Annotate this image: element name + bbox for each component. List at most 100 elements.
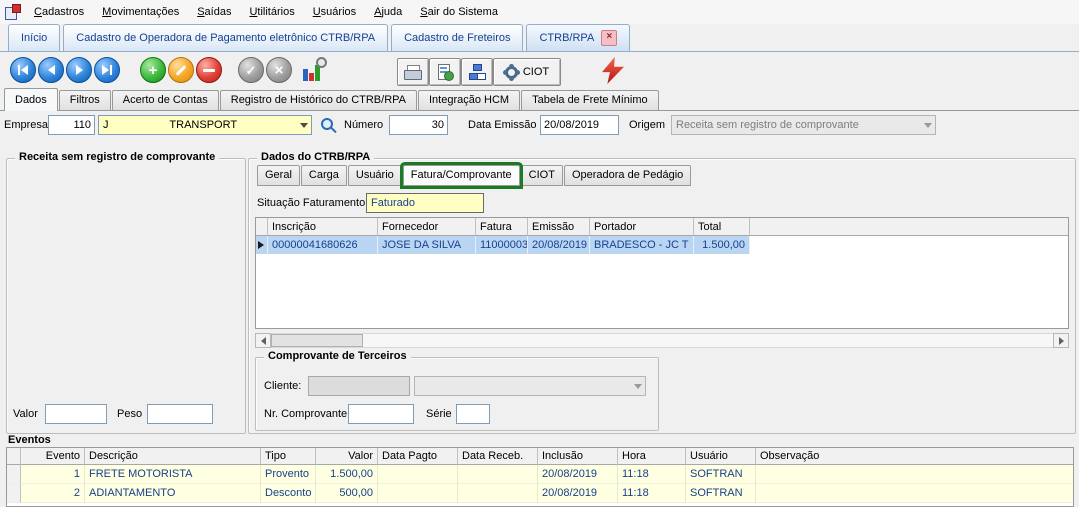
scrollbar-track[interactable] xyxy=(271,333,1053,348)
tab-filtros[interactable]: Filtros xyxy=(59,90,111,110)
menu-item-cadastros[interactable]: Cadastros xyxy=(25,0,93,24)
fatura-grid: Inscrição Fornecedor Fatura Emissão Port… xyxy=(255,217,1069,329)
header-filler xyxy=(750,218,1068,236)
cancel-button[interactable]: × xyxy=(266,57,292,83)
numero-input[interactable] xyxy=(389,115,448,135)
empresa-combo[interactable]: J TRANSPORT xyxy=(98,115,312,135)
col-portador-header[interactable]: Portador xyxy=(590,218,694,236)
tab-usuario[interactable]: Usuário xyxy=(348,165,402,186)
search-icon[interactable] xyxy=(320,117,338,135)
cell-descricao: FRETE MOTORISTA xyxy=(85,465,261,484)
menu-item-usuarios[interactable]: Usuários xyxy=(304,0,365,24)
row-indicator-header xyxy=(256,218,268,236)
cliente-code-input xyxy=(308,376,410,396)
col-inclusao-header[interactable]: Inclusão xyxy=(538,448,618,465)
col-usuario-header[interactable]: Usuário xyxy=(686,448,756,465)
cliente-label: Cliente: xyxy=(264,380,301,392)
nav-next-button[interactable] xyxy=(66,57,92,83)
col-data-pagto-header[interactable]: Data Pagto xyxy=(378,448,458,465)
nav-first-button[interactable] xyxy=(10,57,36,83)
tab-integracao-hcm[interactable]: Integração HCM xyxy=(418,90,520,110)
cell-usuario: SOFTRAN xyxy=(686,465,756,484)
valor-input[interactable] xyxy=(45,404,107,424)
print-button[interactable] xyxy=(397,58,429,86)
col-data-receb-header[interactable]: Data Receb. xyxy=(458,448,538,465)
col-hora-header[interactable]: Hora xyxy=(618,448,686,465)
nav-last-button[interactable] xyxy=(94,57,120,83)
tab-tabela-frete-minimo[interactable]: Tabela de Frete Mínimo xyxy=(521,90,659,110)
nr-comprovante-input[interactable] xyxy=(348,404,414,424)
nav-prev-button[interactable] xyxy=(38,57,64,83)
delete-button[interactable] xyxy=(196,57,222,83)
export-icon xyxy=(438,64,453,80)
add-button[interactable]: + xyxy=(140,57,166,83)
table-row[interactable]: 2 ADIANTAMENTO Desconto 500,00 20/08/201… xyxy=(7,484,1073,503)
edit-button[interactable] xyxy=(168,57,194,83)
x-icon: × xyxy=(275,63,284,78)
tab-dados[interactable]: Dados xyxy=(4,88,58,111)
tab-ctrb-rpa[interactable]: CTRB/RPA × xyxy=(526,24,630,51)
horizontal-scrollbar[interactable] xyxy=(255,333,1069,348)
scroll-left-button[interactable] xyxy=(255,333,271,348)
peso-label: Peso xyxy=(117,408,142,420)
scroll-right-button[interactable] xyxy=(1053,333,1069,348)
tab-operadora-pedagio[interactable]: Operadora de Pedágio xyxy=(564,165,691,186)
next-icon xyxy=(76,65,83,75)
col-valor-header[interactable]: Valor xyxy=(316,448,378,465)
tab-geral[interactable]: Geral xyxy=(257,165,300,186)
menu-item-ajuda[interactable]: Ajuda xyxy=(365,0,411,24)
tab-registro-historico[interactable]: Registro de Histórico do CTRB/RPA xyxy=(220,90,417,110)
col-total-header[interactable]: Total xyxy=(694,218,750,236)
tab-cadastro-operadora-pagamento[interactable]: Cadastro de Operadora de Pagamento eletr… xyxy=(63,24,388,51)
col-emissao-header[interactable]: Emissão xyxy=(528,218,590,236)
tab-close-icon[interactable]: × xyxy=(601,30,617,46)
tab-ciot[interactable]: CIOT xyxy=(521,165,563,186)
tab-label: Cadastro de Operadora de Pagamento eletr… xyxy=(76,32,375,44)
ctrb-groupbox-title: Dados do CTRB/RPA xyxy=(257,151,374,163)
cell-observacao xyxy=(756,484,1073,503)
serie-input[interactable] xyxy=(456,404,490,424)
cell-portador: BRADESCO - JC T xyxy=(590,236,694,254)
table-row[interactable]: 00000041680626 JOSE DA SILVA 110000030 2… xyxy=(256,236,1068,254)
col-descricao-header[interactable]: Descrição xyxy=(85,448,261,465)
ciot-button[interactable]: CIOT xyxy=(493,58,561,86)
cell-evento: 1 xyxy=(21,465,85,484)
integration-button[interactable] xyxy=(461,58,493,86)
menu-item-sair-do-sistema[interactable]: Sair do Sistema xyxy=(411,0,507,24)
col-inscricao-header[interactable]: Inscrição xyxy=(268,218,378,236)
menu-item-utilitarios[interactable]: Utilitários xyxy=(240,0,303,24)
empresa-code-input[interactable] xyxy=(48,115,95,135)
situacao-faturamento-field[interactable]: Faturado xyxy=(366,193,484,213)
tab-cadastro-freteiros[interactable]: Cadastro de Freteiros xyxy=(391,24,523,51)
tab-acerto-de-contas[interactable]: Acerto de Contas xyxy=(112,90,219,110)
tab-carga[interactable]: Carga xyxy=(301,165,347,186)
tab-fatura-comprovante[interactable]: Fatura/Comprovante xyxy=(403,165,520,186)
data-emissao-input[interactable] xyxy=(540,115,619,135)
bar-icon xyxy=(309,73,314,81)
tab-inicio[interactable]: Início xyxy=(8,24,60,51)
flowchart-icon xyxy=(469,64,486,80)
peso-input[interactable] xyxy=(147,404,213,424)
ctrb-tab-bar: Geral Carga Usuário Fatura/Comprovante C… xyxy=(257,165,692,186)
col-observacao-header[interactable]: Observação xyxy=(756,448,1073,465)
scrollbar-thumb[interactable] xyxy=(271,334,363,347)
menu-item-saidas[interactable]: Saídas xyxy=(188,0,240,24)
export-button[interactable] xyxy=(429,58,461,86)
cell-tipo: Desconto xyxy=(261,484,316,503)
col-fatura-header[interactable]: Fatura xyxy=(476,218,528,236)
col-tipo-header[interactable]: Tipo xyxy=(261,448,316,465)
cell-tipo: Provento xyxy=(261,465,316,484)
menu-item-movimentacoes[interactable]: Movimentações xyxy=(93,0,188,24)
situacao-faturamento-label: Situação Faturamento xyxy=(257,197,365,209)
chevron-down-icon xyxy=(630,377,645,395)
row-indicator xyxy=(7,465,21,484)
chart-button[interactable] xyxy=(301,59,325,83)
table-row[interactable]: 1 FRETE MOTORISTA Provento 1.500,00 20/0… xyxy=(7,465,1073,484)
col-fornecedor-header[interactable]: Fornecedor xyxy=(378,218,476,236)
confirm-button[interactable]: ✓ xyxy=(238,57,264,83)
lightning-button[interactable] xyxy=(602,57,624,84)
eventos-grid: Evento Descrição Tipo Valor Data Pagto D… xyxy=(6,447,1074,507)
cell-observacao xyxy=(756,465,1073,484)
empresa-combo-value: J TRANSPORT xyxy=(103,119,237,131)
col-evento-header[interactable]: Evento xyxy=(21,448,85,465)
